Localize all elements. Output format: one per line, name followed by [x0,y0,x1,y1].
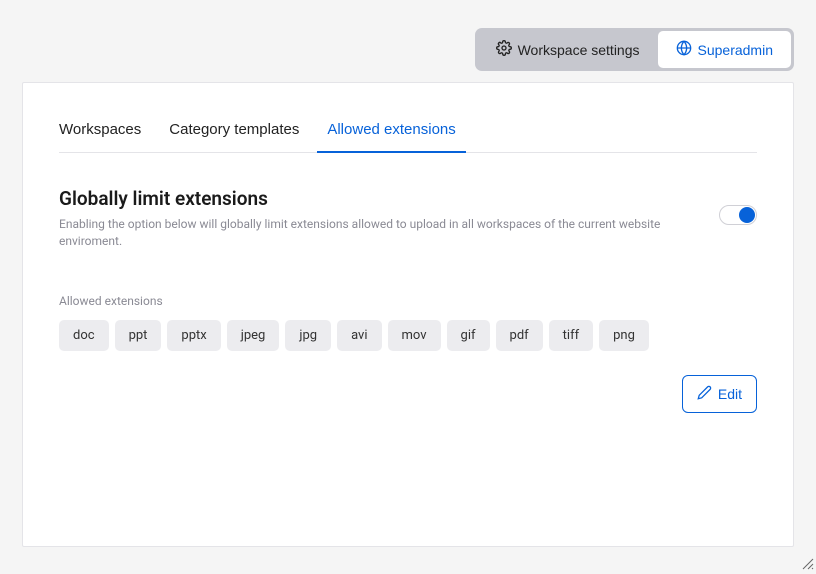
extension-chip: ppt [115,320,162,351]
section-title: Globally limit extensions [59,187,719,210]
content-tabs: Workspaces Category templates Allowed ex… [59,111,757,153]
extension-chip: doc [59,320,109,351]
extension-chip: png [599,320,649,351]
extension-chip: mov [388,320,441,351]
main-panel: Workspaces Category templates Allowed ex… [22,82,794,547]
allowed-extensions-label: Allowed extensions [59,294,757,308]
edit-label: Edit [718,386,742,402]
header-view-switcher: Workspace settings Superadmin [475,28,794,71]
extension-chip: jpeg [227,320,280,351]
tab-allowed-extensions[interactable]: Allowed extensions [327,111,455,152]
extension-chip: jpg [285,320,331,351]
superadmin-label: Superadmin [698,42,774,58]
pencil-icon [697,385,712,403]
workspace-settings-tab[interactable]: Workspace settings [478,31,658,68]
extension-chip-list: docpptpptxjpegjpgavimovgifpdftiffpng [59,320,757,351]
global-limit-toggle[interactable] [719,205,757,225]
gear-icon [496,40,512,59]
tab-category-templates[interactable]: Category templates [169,111,299,152]
extension-chip: tiff [549,320,593,351]
globe-icon [676,40,692,59]
resize-handle-icon [802,555,814,567]
extension-chip: avi [337,320,381,351]
section-header: Globally limit extensions Enabling the o… [59,187,757,250]
edit-button[interactable]: Edit [682,375,757,413]
superadmin-tab[interactable]: Superadmin [658,31,792,68]
section-description: Enabling the option below will globally … [59,216,719,250]
extension-chip: pdf [496,320,543,351]
toggle-knob [739,207,755,223]
extension-chip: pptx [167,320,220,351]
tab-workspaces[interactable]: Workspaces [59,111,141,152]
extension-chip: gif [447,320,490,351]
workspace-settings-label: Workspace settings [518,42,640,58]
